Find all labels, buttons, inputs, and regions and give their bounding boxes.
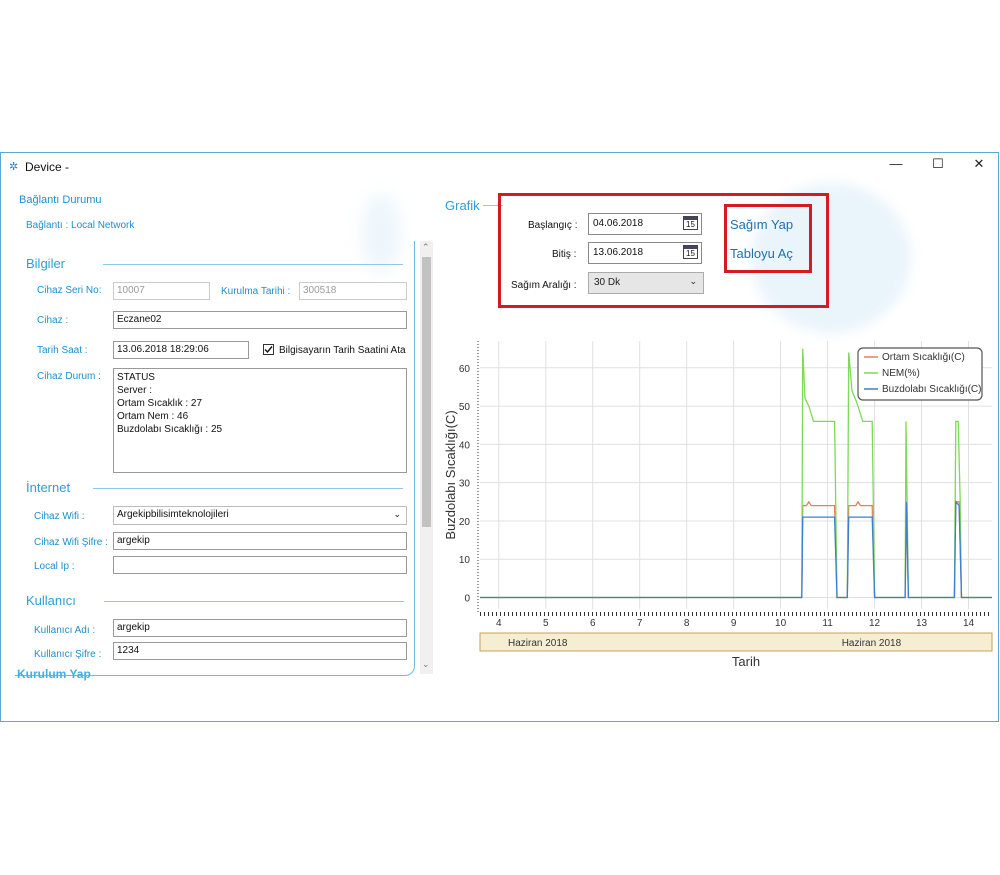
y-tick-label: 20 <box>459 517 471 528</box>
month-label: Haziran 2018 <box>842 638 902 649</box>
status-line: Buzdolabı Sıcaklığı : 25 <box>117 424 223 435</box>
datetime-field[interactable]: 13.06.2018 18:29:06 <box>113 341 249 359</box>
password-label: Kullanıcı Şifre : <box>34 649 102 660</box>
calendar-icon[interactable]: 15 <box>683 216 698 230</box>
status-line: Ortam Sıcaklık : 27 <box>117 398 203 409</box>
username-label: Kullanıcı Adı : <box>34 625 96 636</box>
password-field[interactable]: 1234 <box>113 642 407 660</box>
interval-select[interactable]: 30 Dk ⌄ <box>588 272 704 294</box>
y-tick-label: 60 <box>459 364 471 375</box>
chevron-down-icon: ⌄ <box>393 509 401 519</box>
device-window: ✲ Device - — ☐ ✕ Bağlantı Durumu Bağlant… <box>0 152 999 722</box>
x-tick-label: 10 <box>775 618 787 629</box>
device-status-textarea[interactable]: STATUS Server : Ortam Sıcaklık : 27 Orta… <box>113 368 407 473</box>
month-label: Haziran 2018 <box>508 638 568 649</box>
milk-button[interactable]: Sağım Yap <box>730 217 793 232</box>
x-tick-label: 8 <box>684 618 690 629</box>
local-ip-label: Local Ip : <box>34 561 75 572</box>
end-date-value: 13.06.2018 <box>593 247 644 258</box>
wifi-password-field[interactable]: argekip <box>113 532 407 550</box>
scroll-down-icon[interactable]: ⌄ <box>422 659 430 670</box>
y-tick-label: 10 <box>459 555 471 566</box>
interval-select-value: 30 Dk <box>594 277 621 288</box>
x-tick-label: 5 <box>543 618 549 629</box>
calendar-day-number: 15 <box>686 249 695 258</box>
start-date-picker[interactable]: 04.06.2018 15 <box>588 213 702 235</box>
internet-divider <box>93 488 403 489</box>
install-date-field[interactable]: 300518 <box>299 282 407 300</box>
wifi-select[interactable]: Argekipbilisimteknolojileri ⌄ <box>113 506 407 525</box>
open-table-button[interactable]: Tabloyu Aç <box>730 246 793 261</box>
x-tick-label: 11 <box>822 618 833 629</box>
series-line <box>480 500 992 599</box>
wifi-password-label: Cihaz Wifi Şifre : <box>34 537 108 548</box>
calendar-day-number: 15 <box>686 220 695 229</box>
info-heading: Bilgiler <box>26 256 66 271</box>
user-divider <box>104 601 404 602</box>
x-tick-label: 9 <box>731 618 737 629</box>
serial-field[interactable]: 10007 <box>113 282 210 300</box>
x-tick-label: 14 <box>963 618 975 629</box>
end-date-label: Bitiş : <box>552 249 577 260</box>
start-date-value: 04.06.2018 <box>593 218 644 229</box>
sync-time-checkbox[interactable] <box>263 344 274 355</box>
x-tick-label: 12 <box>869 618 881 629</box>
wifi-label: Cihaz Wifi : <box>34 511 85 522</box>
sync-time-label[interactable]: Bilgisayarın Tarih Saatini Ata <box>279 345 406 356</box>
serial-label: Cihaz Seri No: <box>37 285 102 296</box>
x-tick-label: 7 <box>637 618 643 629</box>
interval-label: Sağım Aralığı : <box>511 280 577 291</box>
y-tick-label: 0 <box>464 594 470 605</box>
minimize-button[interactable]: — <box>879 156 913 176</box>
y-axis-title: Buzdolabı Sıcaklığı(C) <box>443 410 458 539</box>
wifi-select-value: Argekipbilisimteknolojileri <box>117 509 229 520</box>
app-icon: ✲ <box>9 161 19 173</box>
local-ip-field[interactable] <box>113 556 407 574</box>
device-field[interactable]: Eczane02 <box>113 311 407 329</box>
status-line: Ortam Nem : 46 <box>117 411 189 422</box>
y-tick-label: 50 <box>459 402 471 413</box>
calendar-icon[interactable]: 15 <box>683 245 698 259</box>
settings-scrollbar[interactable]: ⌃ ⌄ <box>420 241 433 674</box>
x-tick-label: 13 <box>916 618 928 629</box>
status-line: Server : <box>117 385 153 396</box>
connection-status-heading[interactable]: Bağlantı Durumu <box>19 194 102 206</box>
scroll-up-icon[interactable]: ⌃ <box>422 242 430 253</box>
series-line <box>480 500 992 599</box>
legend-label: NEM(%) <box>882 368 920 379</box>
legend-label: Ortam Sıcaklığı(C) <box>882 352 965 363</box>
install-button[interactable]: Kurulum Yap <box>17 667 91 681</box>
internet-heading: İnternet <box>26 480 71 495</box>
x-axis-title: Tarih <box>732 654 760 669</box>
user-heading: Kullanıcı <box>26 593 76 608</box>
y-tick-label: 40 <box>459 440 471 451</box>
chevron-down-icon: ⌄ <box>689 276 697 286</box>
actions-highlight-box <box>724 204 812 273</box>
sensor-chart[interactable]: 0 10 20 30 40 50 60 4 5 6 7 8 9 10 11 12 13 14 Haziran 201… <box>437 331 997 701</box>
scrollbar-thumb[interactable] <box>422 257 431 527</box>
end-date-picker[interactable]: 13.06.2018 15 <box>588 242 702 264</box>
close-button[interactable]: ✕ <box>962 156 996 176</box>
info-divider <box>103 264 403 265</box>
y-tick-label: 30 <box>459 479 471 490</box>
username-field[interactable]: argekip <box>113 619 407 637</box>
checkmark-icon <box>264 346 273 354</box>
maximize-button[interactable]: ☐ <box>921 156 955 176</box>
connection-status-text: Bağlantı : Local Network <box>26 220 135 231</box>
datetime-label: Tarih Saat : <box>37 345 88 356</box>
install-date-label: Kurulma Tarihi : <box>221 286 291 297</box>
status-line: STATUS <box>117 372 155 383</box>
device-label: Cihaz : <box>37 315 69 326</box>
window-title: Device - <box>25 160 70 174</box>
graph-heading: Grafik <box>445 198 480 213</box>
x-tick-label: 4 <box>496 618 502 629</box>
title-bar[interactable]: ✲ Device - — ☐ ✕ <box>1 153 998 179</box>
x-tick-label: 6 <box>590 618 596 629</box>
start-date-label: Başlangıç : <box>528 220 578 231</box>
legend-label: Buzdolabı Sıcaklığı(C) <box>882 384 982 395</box>
device-status-label: Cihaz Durum : <box>37 371 101 382</box>
